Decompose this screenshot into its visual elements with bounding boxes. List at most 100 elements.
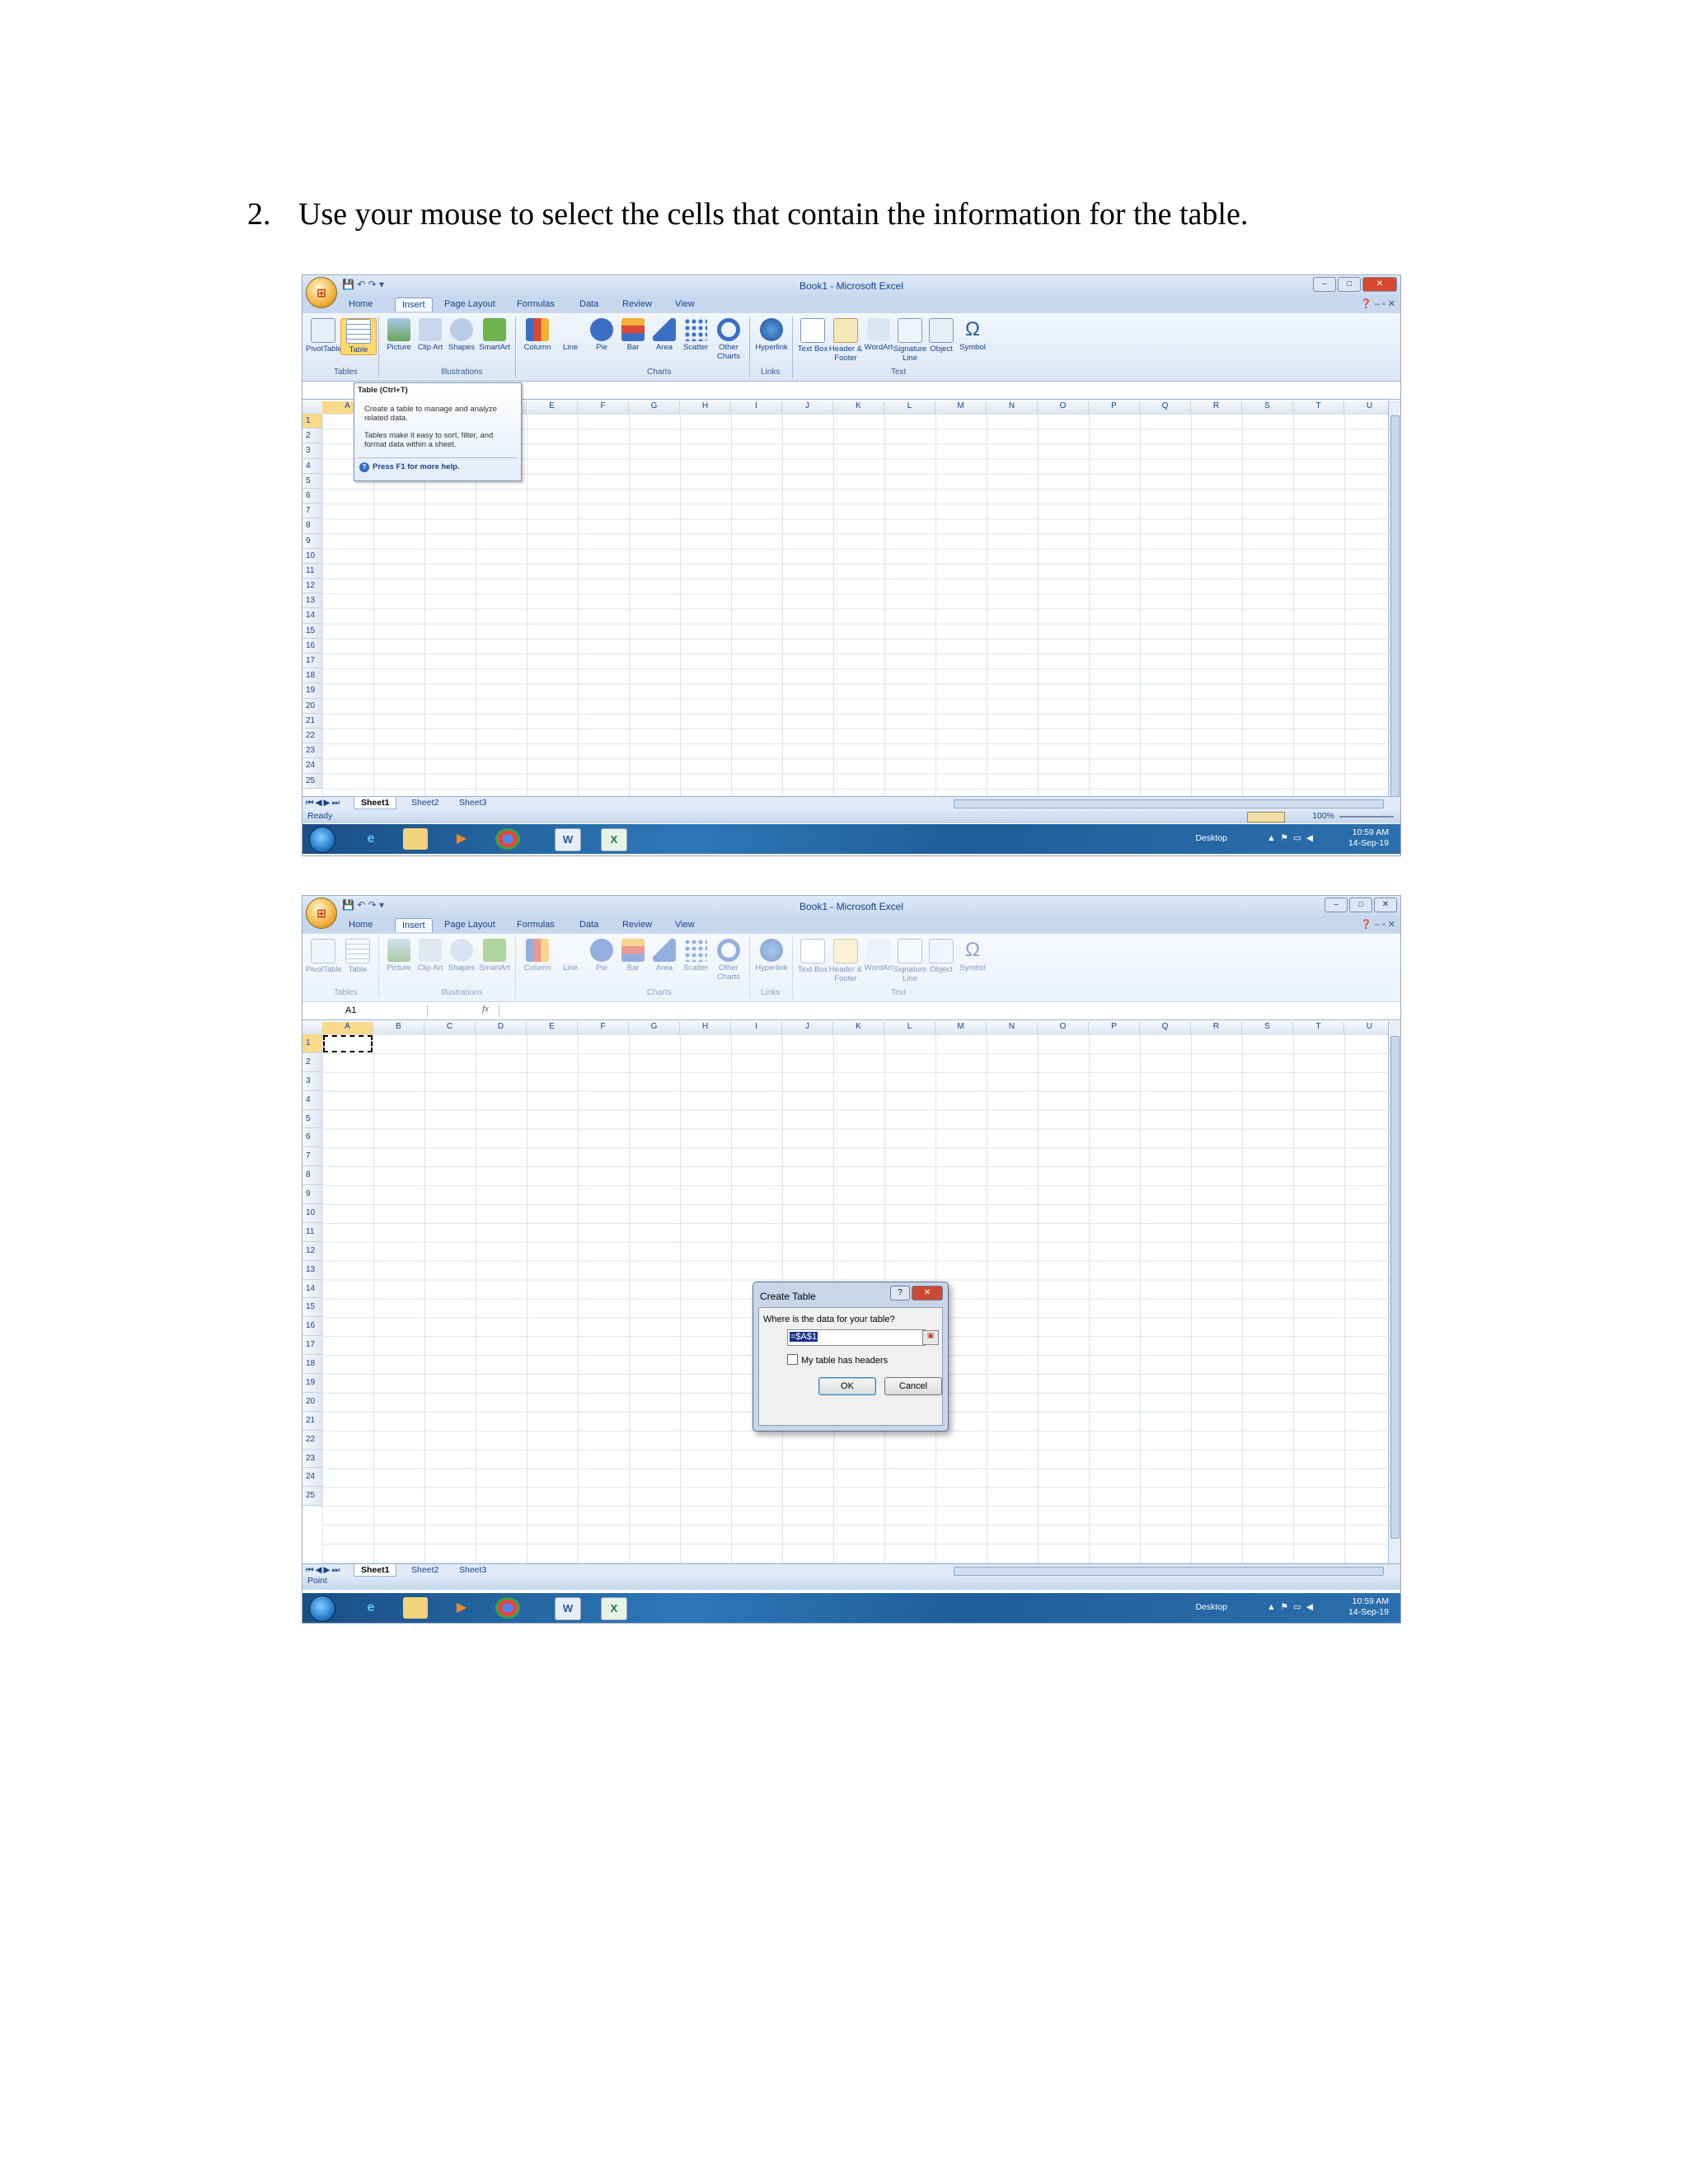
wordart-button[interactable]: WordArt bbox=[861, 318, 896, 352]
row-header-8[interactable]: 8 bbox=[302, 518, 322, 534]
signature-line-button[interactable]: Signature Line bbox=[893, 318, 927, 363]
row-header-6[interactable]: 6 bbox=[302, 489, 322, 504]
tab-insert[interactable]: Insert bbox=[395, 918, 433, 932]
row-header-13[interactable]: 13 bbox=[302, 593, 322, 609]
column-header-o[interactable]: O bbox=[1038, 1022, 1089, 1034]
tab-page-layout[interactable]: Page Layout bbox=[444, 299, 495, 309]
excel-icon[interactable]: X bbox=[601, 1597, 627, 1620]
column-header-e[interactable]: E bbox=[527, 401, 578, 414]
column-header-i[interactable]: I bbox=[731, 401, 782, 414]
folder-icon[interactable] bbox=[403, 828, 428, 850]
column-header-g[interactable]: G bbox=[629, 401, 680, 414]
column-header-f[interactable]: F bbox=[578, 1022, 629, 1034]
worksheet-grid[interactable]: ABCDEFGHIJKLMNOPQRSTU 123456789101112131… bbox=[302, 1021, 1400, 1563]
row-header-9[interactable]: 9 bbox=[302, 534, 322, 549]
chrome-icon[interactable] bbox=[495, 1597, 520, 1619]
sheet-tab-2[interactable]: Sheet2 bbox=[405, 1564, 445, 1576]
row-header-22[interactable]: 22 bbox=[302, 729, 322, 744]
row-header-17[interactable]: 17 bbox=[302, 1336, 322, 1356]
ie-icon[interactable]: e bbox=[359, 828, 383, 850]
row-header-19[interactable]: 19 bbox=[302, 1374, 322, 1393]
row-header-10[interactable]: 10 bbox=[302, 1204, 322, 1223]
row-header-1[interactable]: 1 bbox=[302, 414, 322, 429]
desktop-toolbar[interactable]: Desktop bbox=[1195, 1602, 1227, 1612]
row-header-18[interactable]: 18 bbox=[302, 1355, 322, 1375]
row-header-4[interactable]: 4 bbox=[302, 1091, 322, 1110]
vertical-scrollbar[interactable] bbox=[1388, 1021, 1400, 1563]
column-header-i[interactable]: I bbox=[731, 1022, 782, 1034]
column-chart-button[interactable]: Column bbox=[520, 318, 555, 352]
sheet-nav-arrows[interactable]: ⏮◀▶⏭ bbox=[306, 798, 341, 808]
row-header-9[interactable]: 9 bbox=[302, 1185, 322, 1205]
column-header-k[interactable]: K bbox=[833, 1022, 884, 1034]
row-header-14[interactable]: 14 bbox=[302, 608, 322, 624]
row-header-2[interactable]: 2 bbox=[302, 429, 322, 444]
column-header-r[interactable]: R bbox=[1191, 1022, 1242, 1034]
line-chart-button[interactable]: Line bbox=[553, 318, 588, 352]
quick-access-toolbar[interactable]: 💾 ↶ ↷ ▾ bbox=[342, 279, 384, 290]
row-header-21[interactable]: 21 bbox=[302, 714, 322, 729]
row-header-8[interactable]: 8 bbox=[302, 1166, 322, 1186]
clip-art-button[interactable]: Clip Art bbox=[413, 318, 448, 352]
collapse-dialog-icon[interactable]: ▣ bbox=[922, 1330, 939, 1345]
ie-icon[interactable]: e bbox=[359, 1597, 383, 1619]
other-charts-button[interactable]: Other Charts bbox=[711, 318, 746, 361]
row-header-15[interactable]: 15 bbox=[302, 624, 322, 639]
sheet-tab-3[interactable]: Sheet3 bbox=[452, 797, 493, 808]
column-header-m[interactable]: M bbox=[935, 401, 987, 414]
tab-formulas[interactable]: Formulas bbox=[517, 299, 555, 309]
column-header-l[interactable]: L bbox=[884, 1022, 935, 1034]
row-header-11[interactable]: 11 bbox=[302, 1223, 322, 1242]
tab-home[interactable]: Home bbox=[349, 920, 373, 930]
name-box[interactable]: A1 bbox=[304, 1005, 428, 1017]
tab-view[interactable]: View bbox=[675, 299, 695, 309]
header-footer-button[interactable]: Header & Footer bbox=[828, 318, 863, 363]
column-header-r[interactable]: R bbox=[1191, 401, 1242, 414]
row-header-16[interactable]: 16 bbox=[302, 1317, 322, 1337]
row-header-5[interactable]: 5 bbox=[302, 474, 322, 489]
row-header-12[interactable]: 12 bbox=[302, 1242, 322, 1261]
row-header-14[interactable]: 14 bbox=[302, 1280, 322, 1299]
cancel-button[interactable]: Cancel bbox=[884, 1377, 942, 1395]
row-header-12[interactable]: 12 bbox=[302, 579, 322, 594]
row-header-10[interactable]: 10 bbox=[302, 549, 322, 564]
row-header-25[interactable]: 25 bbox=[302, 774, 322, 789]
tab-view[interactable]: View bbox=[675, 920, 695, 930]
row-header-21[interactable]: 21 bbox=[302, 1412, 322, 1431]
horizontal-scrollbar[interactable] bbox=[954, 1567, 1384, 1576]
tab-review[interactable]: Review bbox=[622, 920, 652, 930]
office-button[interactable]: ⊞ bbox=[306, 898, 337, 929]
formula-input[interactable] bbox=[499, 1004, 1389, 1017]
column-header-g[interactable]: G bbox=[629, 1022, 680, 1034]
start-button[interactable] bbox=[309, 1596, 335, 1622]
pie-chart-button[interactable]: Pie bbox=[584, 318, 619, 352]
row-header-2[interactable]: 2 bbox=[302, 1053, 322, 1072]
fx-icon[interactable]: fx bbox=[482, 1004, 489, 1014]
object-button[interactable]: Object bbox=[924, 318, 959, 354]
horizontal-scrollbar[interactable] bbox=[954, 799, 1384, 808]
row-header-23[interactable]: 23 bbox=[302, 1450, 322, 1469]
column-header-s[interactable]: S bbox=[1242, 1022, 1293, 1034]
sheet-tab-2[interactable]: Sheet2 bbox=[405, 797, 445, 808]
column-header-a[interactable]: A bbox=[322, 1022, 373, 1034]
scatter-chart-button[interactable]: Scatter bbox=[678, 318, 713, 352]
office-button[interactable]: ⊞ bbox=[306, 277, 337, 308]
column-header-t[interactable]: T bbox=[1293, 1022, 1344, 1034]
column-header-f[interactable]: F bbox=[578, 401, 629, 414]
sheet-tab-1[interactable]: Sheet1 bbox=[354, 797, 397, 809]
ok-button[interactable]: OK bbox=[818, 1377, 876, 1395]
word-icon[interactable]: W bbox=[555, 1597, 581, 1620]
row-header-19[interactable]: 19 bbox=[302, 683, 322, 699]
clock[interactable]: 10:59 AM 14-Sep-19 bbox=[1348, 1596, 1389, 1618]
row-header-4[interactable]: 4 bbox=[302, 459, 322, 474]
excel-icon[interactable]: X bbox=[601, 828, 627, 851]
picture-button[interactable]: Picture bbox=[382, 318, 416, 352]
column-header-t[interactable]: T bbox=[1293, 401, 1344, 414]
column-header-p[interactable]: P bbox=[1089, 1022, 1140, 1034]
maximize-button[interactable]: □ bbox=[1349, 898, 1372, 912]
tray-icons[interactable]: ▲⚑▭◀ bbox=[1267, 833, 1318, 843]
column-header-p[interactable]: P bbox=[1089, 401, 1140, 414]
row-header-20[interactable]: 20 bbox=[302, 699, 322, 714]
minimize-button[interactable]: – bbox=[1313, 277, 1336, 292]
headers-checkbox[interactable]: My table has headers bbox=[787, 1354, 888, 1366]
